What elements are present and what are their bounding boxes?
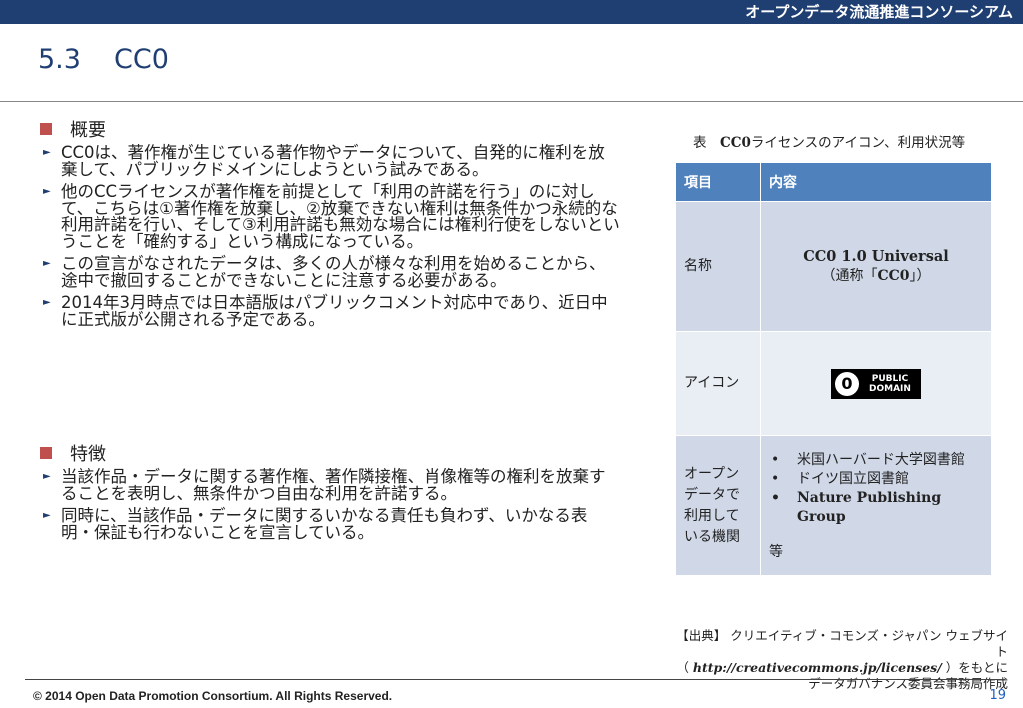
section-heading: 概要 xyxy=(40,116,620,142)
alias-suffix: 」） xyxy=(909,268,931,284)
section-title: CC0 xyxy=(114,44,169,75)
page-title: 5.3 CC0 xyxy=(38,44,169,75)
list-item: ► 2014年3月時点では日本語版はパブリックコメント対応中であり、近日中に正式版… xyxy=(40,293,620,329)
list-item: • 米国ハーバード大学図書館 xyxy=(769,451,983,470)
row-value-name: CC0 1.0 Universal （通称「CC0」） xyxy=(760,201,992,332)
row-value-orgs: • 米国ハーバード大学図書館 • ドイツ国立図書館 • Nature Publishi… xyxy=(760,435,992,576)
table-row: 名称 CC0 1.0 Universal （通称「CC0」） xyxy=(675,201,992,332)
alias-prefix: （通称「 xyxy=(821,268,878,284)
list-item: • Nature Publishing Group xyxy=(769,489,983,527)
list-item: • ドイツ国立図書館 xyxy=(769,470,983,489)
source-note: 【出典】 クリエイティブ・コモンズ・ジャパン ウェブサイト （ http://c… xyxy=(668,628,1008,692)
caption-bold: CC0 xyxy=(720,135,751,151)
license-alias: （通称「CC0」） xyxy=(769,265,983,285)
list-item: ► 他のCCライセンスが著作権を前提として「利用の許諾を行う」のに対して、こちらは… xyxy=(40,182,620,251)
bullet-list: ► 当該作品・データに関する著作権、著作隣接権、肖像権等の権利を放棄することを表明… xyxy=(40,467,620,542)
license-name: CC0 1.0 Universal xyxy=(803,248,949,265)
copyright: © 2014 Open Data Promotion Consortium. A… xyxy=(33,689,393,703)
square-bullet-icon xyxy=(40,123,52,135)
list-item-text: 他のCCライセンスが著作権を前提として「利用の許諾を行う」のに対して、こちらは①… xyxy=(61,182,620,251)
bullet-list: ► CC0は、著作権が生じている著作物やデータについて、自発的に権利を放棄して、パ… xyxy=(40,143,620,329)
square-bullet-icon xyxy=(40,447,52,459)
source-line1: 【出典】 クリエイティブ・コモンズ・ジャパン ウェブサイト xyxy=(676,628,1008,659)
list-item-text: CC0は、著作権が生じている著作物やデータについて、自発的に権利を放棄して、パブ… xyxy=(61,143,605,179)
triangle-bullet-icon: ► xyxy=(43,147,51,158)
bullet-dot-icon: • xyxy=(771,451,780,468)
section-heading-text: 概要 xyxy=(70,120,106,141)
license-info-table: 項目 内容 名称 CC0 1.0 Universal （通称「CC0」） アイコ… xyxy=(675,162,992,576)
section-features: 特徴 ► 当該作品・データに関する著作権、著作隣接権、肖像権等の権利を放棄すること… xyxy=(40,440,620,547)
triangle-bullet-icon: ► xyxy=(43,297,51,308)
list-item-text: 同時に、当該作品・データに関するいかなる責任も負わず、いかなる表明・保証も行わな… xyxy=(61,506,588,542)
triangle-bullet-icon: ► xyxy=(43,510,51,521)
table-caption: 表 CC0ライセンスのアイコン、利用状況等 xyxy=(693,136,993,150)
list-item-text: 当該作品・データに関する著作権、著作隣接権、肖像権等の権利を放棄することを表明し… xyxy=(61,467,606,503)
triangle-bullet-icon: ► xyxy=(43,471,51,482)
section-heading: 特徴 xyxy=(40,440,620,466)
section-number: 5.3 xyxy=(38,44,81,75)
list-item: ► 当該作品・データに関する著作権、著作隣接権、肖像権等の権利を放棄することを表明… xyxy=(40,467,620,503)
url-open: （ xyxy=(676,660,693,675)
header-bar: オープンデータ流通推進コンソーシアム xyxy=(0,0,1023,24)
column-header-content: 内容 xyxy=(760,162,992,202)
caption-prefix: 表 xyxy=(693,135,707,151)
cc-zero-icon: 0 xyxy=(835,371,859,396)
list-item: ► 同時に、当該作品・データに関するいかなる責任も負わず、いかなる表明・保証も行わ… xyxy=(40,506,620,542)
org-name: 米国ハーバード大学図書館 xyxy=(797,451,965,468)
row-value-icon: 0 PUBLIC DOMAIN xyxy=(760,331,992,436)
org-name: Nature Publishing Group xyxy=(797,489,942,525)
public-domain-label: PUBLIC DOMAIN xyxy=(869,374,911,394)
list-item-text: この宣言がなされたデータは、多くの人が様々な利用を始めることから、途中で撤回する… xyxy=(61,254,606,290)
logo-line2: DOMAIN xyxy=(869,383,911,394)
row-label-icon: アイコン xyxy=(675,331,761,436)
list-item: ► この宣言がなされたデータは、多くの人が様々な利用を始めることから、途中で撤回す… xyxy=(40,254,620,290)
triangle-bullet-icon: ► xyxy=(43,258,51,269)
url-close: ）をもとに xyxy=(941,660,1008,675)
org-list: • 米国ハーバード大学図書館 • ドイツ国立図書館 • Nature Publishi… xyxy=(769,451,983,527)
list-item-text: 2014年3月時点では日本語版はパブリックコメント対応中であり、近日中に正式版が… xyxy=(61,293,608,329)
row-label-orgs: オープンデータで利用している機関 xyxy=(675,435,761,576)
title-divider xyxy=(0,101,1023,102)
triangle-bullet-icon: ► xyxy=(43,186,51,197)
alias-bold: CC0 xyxy=(877,268,910,284)
source-url[interactable]: http://creativecommons.jp/licenses/ xyxy=(693,660,942,675)
table-row: アイコン 0 PUBLIC DOMAIN xyxy=(675,331,992,436)
section-overview: 概要 ► CC0は、著作権が生じている著作物やデータについて、自発的に権利を放棄し… xyxy=(40,116,620,334)
bullet-dot-icon: • xyxy=(771,470,780,487)
section-heading-text: 特徴 xyxy=(70,444,106,465)
public-domain-icon: 0 PUBLIC DOMAIN xyxy=(831,368,921,399)
footer-divider xyxy=(25,679,1005,680)
caption-rest: ライセンスのアイコン、利用状況等 xyxy=(750,135,966,151)
table-row: オープンデータで利用している機関 • 米国ハーバード大学図書館 • ドイツ国立図書館… xyxy=(675,435,992,576)
column-header-item: 項目 xyxy=(675,162,761,202)
bullet-dot-icon: • xyxy=(771,489,780,506)
org-name: ドイツ国立図書館 xyxy=(797,470,909,487)
organization-name: オープンデータ流通推進コンソーシアム xyxy=(745,3,1013,21)
page-number: 19 xyxy=(989,688,1006,703)
etc-label: 等 xyxy=(769,543,783,560)
logo-line1: PUBLIC xyxy=(871,373,909,384)
table-header-row: 項目 内容 xyxy=(675,162,992,202)
row-label-name: 名称 xyxy=(675,201,761,332)
list-item: ► CC0は、著作権が生じている著作物やデータについて、自発的に権利を放棄して、パ… xyxy=(40,143,620,179)
source-line2: （ http://creativecommons.jp/licenses/ ）を… xyxy=(668,660,1008,676)
